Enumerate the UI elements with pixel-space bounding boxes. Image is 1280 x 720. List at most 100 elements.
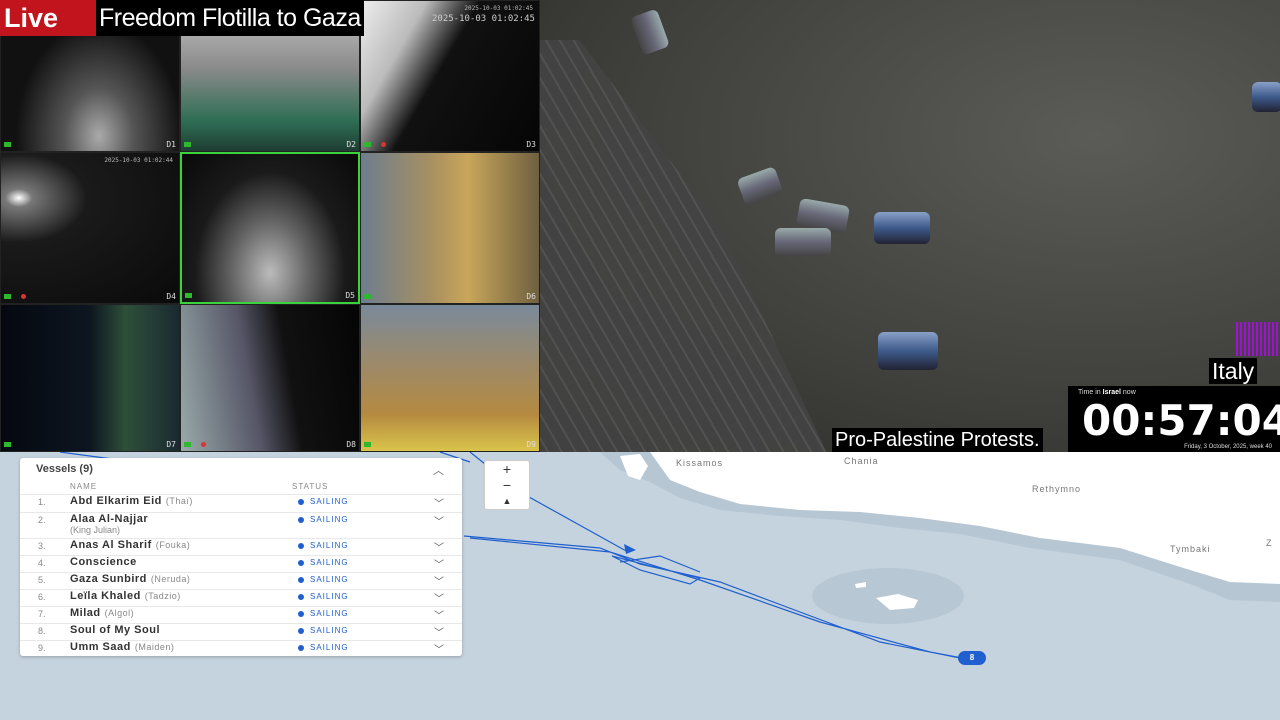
camera-feed-d6[interactable]: D6: [360, 152, 540, 304]
can-debris: [878, 332, 938, 370]
feed-caption: Pro-Palestine Protests.: [832, 428, 1043, 452]
camera-record-icon: [201, 442, 206, 447]
map-zoom-controls: + − ▲: [484, 460, 530, 510]
status-dot-icon: [298, 627, 304, 634]
expand-chevron-down-icon[interactable]: ﹀: [434, 573, 444, 588]
camera-record-icon: [381, 142, 386, 147]
camera-label: D7: [166, 440, 176, 449]
israel-time-clock: Time in Israel now 00:57:04 Friday, 3 Oc…: [1068, 386, 1280, 452]
zoom-in-button[interactable]: +: [485, 461, 529, 477]
vessel-row[interactable]: 1. Abd Elkarim Eid (Thaï) SAILING ﹀: [20, 494, 462, 512]
stream-title: Freedom Flotilla to Gaza: [96, 0, 364, 36]
can-debris: [630, 8, 670, 56]
camera-label: D4: [166, 292, 176, 301]
place-kissamos: Kissamos: [676, 458, 724, 468]
camera-feed-d5[interactable]: D5: [180, 152, 360, 304]
status-dot-icon: [298, 542, 304, 549]
can-debris: [736, 166, 784, 206]
vessel-name: Gaza Sunbird (Neruda): [70, 573, 191, 585]
camera-feed-d8[interactable]: D8: [180, 304, 360, 452]
feed-location: Italy: [1209, 358, 1258, 384]
camera-status-icon: [364, 294, 371, 299]
audio-level-indicator: [1236, 322, 1280, 356]
camera-grid: D1 D2 2025-10-03 01:02:45 D3 2025-10-03 …: [0, 0, 540, 452]
compass-button[interactable]: ▲: [485, 493, 529, 509]
camera-status-icon: [4, 294, 11, 299]
expand-chevron-down-icon[interactable]: ﹀: [434, 607, 444, 622]
camera-feed-d7[interactable]: D7: [0, 304, 180, 452]
camera-label: D5: [345, 291, 355, 300]
vessel-status: SAILING: [298, 515, 349, 524]
expand-chevron-down-icon[interactable]: ﹀: [434, 495, 444, 510]
camera-label: D8: [346, 440, 356, 449]
vessel-status: SAILING: [298, 592, 349, 601]
vessel-name: Leïla Khaled (Tadzio): [70, 590, 181, 602]
expand-chevron-down-icon[interactable]: ﹀: [434, 513, 444, 528]
camera-record-icon: [21, 294, 26, 299]
camera-timestamp-overlay: 2025-10-03 01:02:45: [432, 14, 535, 24]
vessel-name: Umm Saad (Maiden): [70, 641, 175, 653]
column-header-status: STATUS: [292, 482, 329, 491]
vessel-row[interactable]: 4. Conscience SAILING ﹀: [20, 555, 462, 572]
status-dot-icon: [298, 644, 304, 651]
vessel-status: SAILING: [298, 497, 349, 506]
camera-status-icon: [364, 142, 371, 147]
vessel-status: SAILING: [298, 643, 349, 652]
vessel-status: SAILING: [298, 609, 349, 618]
status-dot-icon: [298, 576, 304, 583]
camera-feed-d9[interactable]: D9: [360, 304, 540, 452]
can-debris: [775, 228, 831, 256]
vessel-status: SAILING: [298, 575, 349, 584]
camera-status-icon: [4, 142, 11, 147]
vessel-status: SAILING: [298, 558, 349, 567]
camera-status-icon: [184, 142, 191, 147]
vessel-row[interactable]: 5. Gaza Sunbird (Neruda) SAILING ﹀: [20, 572, 462, 589]
camera-timestamp: 2025-10-03 01:02:44: [104, 157, 173, 164]
status-dot-icon: [298, 593, 304, 600]
expand-chevron-down-icon[interactable]: ﹀: [434, 624, 444, 639]
zoom-out-button[interactable]: −: [485, 477, 529, 493]
clock-caption: Time in Israel now: [1078, 389, 1136, 396]
vessel-name: Anas Al Sharif (Fouka): [70, 539, 191, 551]
expand-chevron-down-icon[interactable]: ﹀: [434, 556, 444, 571]
camera-label: D9: [526, 440, 536, 449]
vessels-panel: Vessels (9) ︿ NAME STATUS 1. Abd Elkarim…: [20, 458, 462, 656]
expand-chevron-down-icon[interactable]: ﹀: [434, 641, 444, 656]
collapse-chevron-up-icon[interactable]: ︿: [433, 462, 444, 478]
heading-arrow-icon: [624, 544, 636, 554]
vessel-status: SAILING: [298, 626, 349, 635]
camera-feed-d4[interactable]: 2025-10-03 01:02:44 D4: [0, 152, 180, 304]
protest-video-feed[interactable]: [540, 0, 1280, 452]
vessel-row[interactable]: 2. Alaa Al-Najjar (King Julian) SAILING …: [20, 512, 462, 538]
vessel-row[interactable]: 8. Soul of My Soul SAILING ﹀: [20, 623, 462, 640]
camera-label: D3: [526, 140, 536, 149]
live-badge: Live: [0, 0, 96, 36]
clock-date: Friday, 3 October, 2025, week 40: [1184, 444, 1272, 450]
expand-chevron-down-icon[interactable]: ﹀: [434, 590, 444, 605]
clock-time: 00:57:04: [1082, 396, 1280, 445]
vessel-marker[interactable]: 8: [958, 651, 986, 665]
can-debris: [1252, 82, 1280, 112]
place-chania: Chania: [844, 456, 879, 466]
vessel-row[interactable]: 3. Anas Al Sharif (Fouka) SAILING ﹀: [20, 538, 462, 555]
camera-status-icon: [364, 442, 371, 447]
vessel-name: Milad (Algol): [70, 607, 135, 619]
camera-timestamp: 2025-10-03 01:02:45: [464, 5, 533, 12]
vessel-row[interactable]: 9. Umm Saad (Maiden) SAILING ﹀: [20, 640, 462, 656]
vessel-row[interactable]: 6. Leïla Khaled (Tadzio) SAILING ﹀: [20, 589, 462, 606]
camera-status-icon: [184, 442, 191, 447]
place-tymbaki: Tymbaki: [1170, 544, 1211, 554]
crete-landmass: [650, 452, 1280, 584]
vessel-name: Soul of My Soul: [70, 624, 160, 636]
vessel-name: Alaa Al-Najjar: [70, 513, 149, 525]
status-dot-icon: [298, 498, 304, 505]
vessel-row[interactable]: 7. Milad (Algol) SAILING ﹀: [20, 606, 462, 623]
expand-chevron-down-icon[interactable]: ﹀: [434, 539, 444, 554]
camera-status-icon: [4, 442, 11, 447]
camera-label: D2: [346, 140, 356, 149]
camera-label: D6: [526, 292, 536, 301]
vessel-name: Abd Elkarim Eid (Thaï): [70, 495, 193, 507]
vessel-alias: (King Julian): [70, 525, 121, 535]
status-dot-icon: [298, 516, 304, 523]
vessels-title: Vessels (9): [36, 463, 93, 475]
